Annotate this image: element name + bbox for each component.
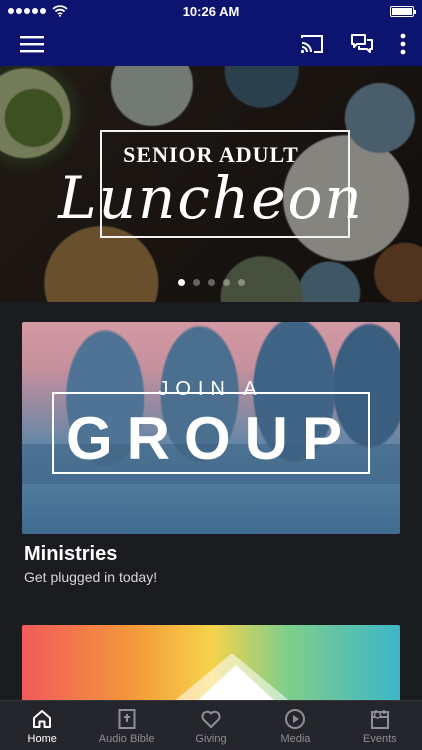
cast-icon[interactable] [300, 34, 324, 54]
play-circle-icon [285, 709, 306, 729]
tab-home[interactable]: Home [0, 701, 84, 750]
calendar-icon [370, 710, 389, 729]
card-image-title: GROUP [65, 405, 357, 472]
card-image-kicker-text: JOIN A [158, 378, 264, 400]
home-icon [33, 710, 52, 728]
tab-home-label: Home [27, 733, 57, 745]
tab-audio-bible-label: Audio Bible [98, 733, 155, 745]
card-title[interactable]: Ministries [24, 543, 117, 566]
hero-banner[interactable]: SENIOR ADULT Luncheon [0, 66, 422, 302]
chat-bubbles-icon[interactable] [350, 33, 374, 55]
heart-icon [201, 710, 221, 728]
hero-title: Luncheon [58, 164, 364, 232]
status-bar: 10:26 AM [0, 0, 422, 22]
battery-icon [390, 5, 416, 17]
pager-dot[interactable] [222, 279, 230, 286]
hamburger-icon[interactable] [20, 35, 44, 53]
ministries-card-image[interactable]: JOIN A GROUP [22, 322, 400, 534]
tab-events[interactable]: Events [338, 701, 422, 750]
nav-actions [300, 33, 406, 55]
signal-icon [8, 8, 46, 14]
bible-icon [118, 709, 136, 729]
tab-media[interactable]: Media [253, 701, 337, 750]
tab-giving[interactable]: Giving [169, 701, 253, 750]
pager-dot[interactable] [237, 279, 245, 286]
tab-audio-bible[interactable]: Audio Bible [84, 701, 168, 750]
next-card-image[interactable] [22, 625, 400, 705]
card-image-kicker: JOIN A [22, 378, 400, 401]
status-left [8, 5, 68, 17]
card-image-peak-front [182, 665, 290, 705]
top-nav-bar [0, 22, 422, 66]
wifi-icon [52, 5, 68, 17]
pager-dot[interactable] [192, 279, 200, 286]
more-vertical-icon[interactable] [400, 33, 406, 55]
tab-media-label: Media [280, 733, 311, 745]
card-subtitle: Get plugged in today! [24, 569, 158, 585]
tab-events-label: Events [363, 733, 397, 745]
tab-giving-label: Giving [195, 733, 227, 745]
pager-dot[interactable] [177, 279, 185, 286]
carousel-pager[interactable] [0, 279, 422, 286]
bottom-tab-bar: Home Audio Bible Giving Media Events [0, 700, 422, 750]
pager-dot[interactable] [207, 279, 215, 286]
